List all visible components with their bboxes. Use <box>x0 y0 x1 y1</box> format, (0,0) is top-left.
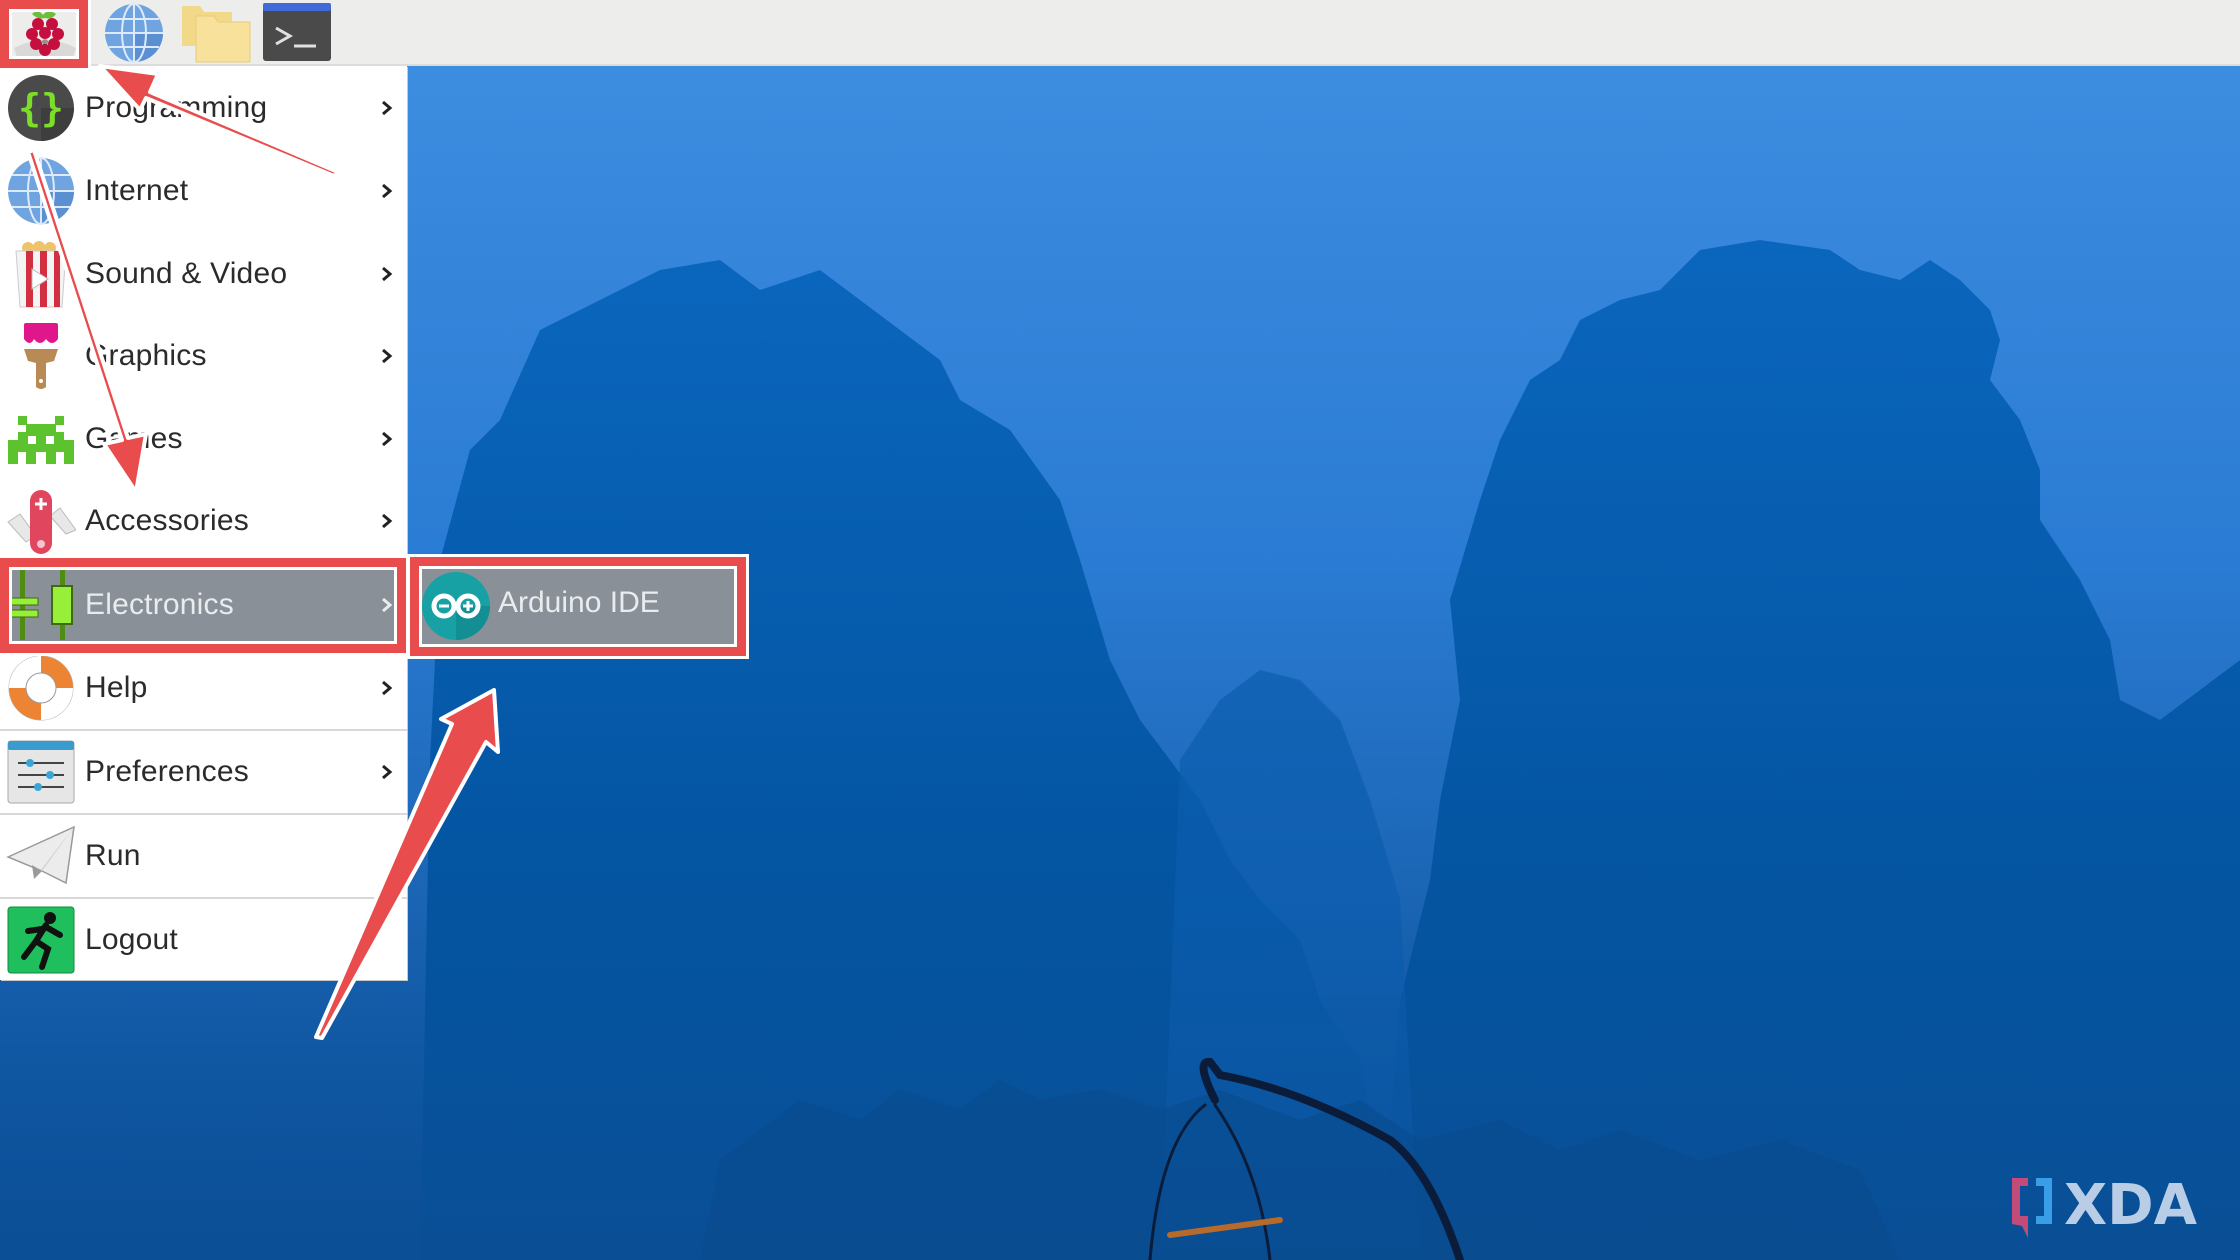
chevron-right-icon <box>382 680 393 696</box>
folder-icon <box>182 6 251 63</box>
menu-item-preferences[interactable]: Preferences <box>0 731 407 813</box>
chevron-right-icon <box>382 431 393 447</box>
pocket-knife-icon <box>6 486 76 556</box>
svg-text:{}: {} <box>18 86 64 130</box>
chevron-right-icon <box>382 513 393 529</box>
menu-item-logout[interactable]: Logout <box>0 899 407 981</box>
paper-plane-icon <box>6 821 76 891</box>
electronics-icon <box>6 570 76 640</box>
submenu-item-arduino-ide[interactable]: Arduino IDE <box>418 566 736 646</box>
web-browser-button[interactable] <box>100 2 168 64</box>
chevron-right-icon <box>382 597 393 613</box>
xda-watermark-logo: XDA <box>2012 1173 2198 1238</box>
chevron-right-icon <box>382 764 393 780</box>
menu-item-label: Electronics <box>85 588 234 621</box>
menu-item-label: Help <box>85 671 148 704</box>
file-manager-button[interactable] <box>180 2 252 64</box>
menu-item-label: Internet <box>85 174 189 207</box>
menu-item-graphics[interactable]: Graphics <box>0 315 407 397</box>
raspberry-pi-icon <box>14 11 76 60</box>
paintbrush-icon <box>6 321 76 391</box>
menu-item-sound-video[interactable]: Sound & Video <box>0 233 407 315</box>
xda-watermark-text: XDA <box>2064 1173 2198 1238</box>
menu-item-games[interactable]: Games <box>0 398 407 480</box>
menu-item-label: Programming <box>85 91 268 124</box>
menu-item-accessories[interactable]: Accessories <box>0 480 407 562</box>
menu-button[interactable] <box>8 2 82 64</box>
chevron-right-icon <box>382 348 393 364</box>
menu-item-help[interactable]: Help <box>0 647 407 729</box>
menu-item-label: Logout <box>85 923 178 956</box>
terminal-icon <box>263 3 331 61</box>
menu-item-run[interactable]: Run <box>0 815 407 897</box>
chevron-right-icon <box>382 266 393 282</box>
menu-item-label: Preferences <box>85 755 249 788</box>
menu-item-label: Games <box>85 422 183 455</box>
menu-item-label: Run <box>85 839 141 872</box>
braces-icon: {} <box>6 73 76 143</box>
sliders-icon <box>6 737 76 807</box>
globe-icon <box>105 3 163 63</box>
menu-item-label: Sound & Video <box>85 257 288 290</box>
menu-item-label: Graphics <box>85 339 207 372</box>
taskbar <box>0 0 2240 66</box>
application-menu: {} Programming Internet Sound & Video Gr… <box>0 66 407 980</box>
globe-icon <box>6 156 76 226</box>
space-invader-icon <box>6 404 76 474</box>
menu-item-internet[interactable]: Internet <box>0 150 407 232</box>
terminal-button[interactable] <box>262 2 332 64</box>
menu-item-electronics[interactable]: Electronics <box>0 565 407 645</box>
arduino-icon <box>420 570 492 642</box>
chevron-right-icon <box>382 100 393 116</box>
electronics-submenu: Arduino IDE <box>418 566 736 646</box>
exit-runner-icon <box>6 905 76 975</box>
lifebuoy-icon <box>6 653 76 723</box>
submenu-item-label: Arduino IDE <box>498 586 660 619</box>
menu-item-label: Accessories <box>85 504 249 537</box>
menu-item-programming[interactable]: {} Programming <box>0 67 407 149</box>
chevron-right-icon <box>382 183 393 199</box>
popcorn-icon <box>6 239 76 309</box>
